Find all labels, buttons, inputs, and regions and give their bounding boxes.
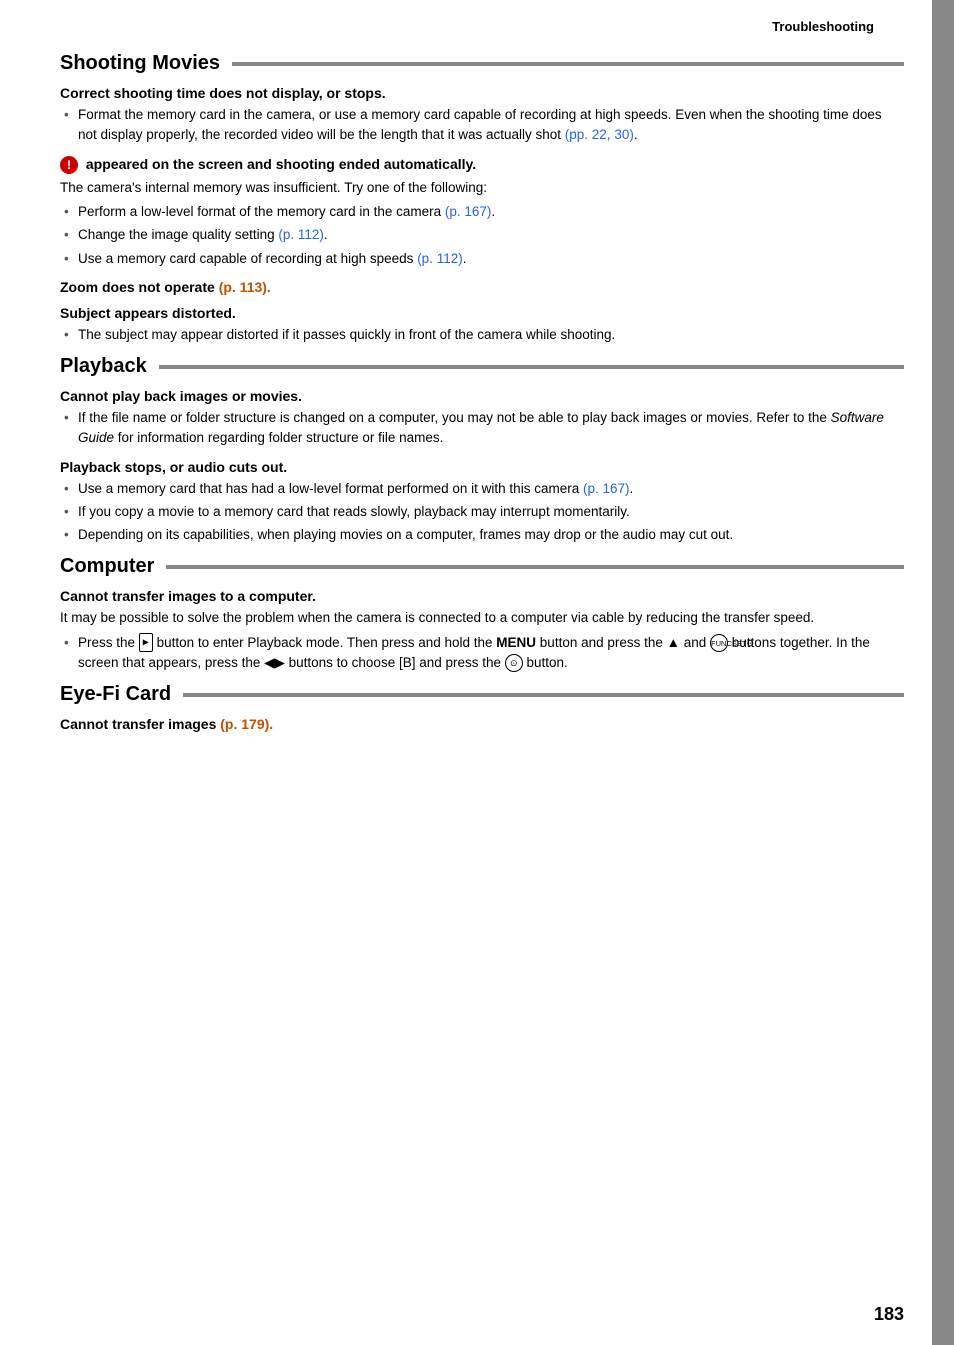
warning-icon: !	[60, 156, 78, 174]
appeared-heading-text: appeared on the screen and shooting ende…	[86, 156, 476, 172]
cannot-transfer-body: It may be possible to solve the problem …	[60, 608, 904, 628]
link-pp22[interactable]: (pp. 22,	[565, 127, 611, 142]
bullet-list-cannot-play: If the file name or folder structure is …	[60, 408, 904, 449]
bullet-item: Use a memory card capable of recording a…	[60, 249, 904, 269]
subsection-eye-fi-transfer: Cannot transfer images (p. 179).	[60, 716, 904, 732]
bullet-item: Press the ▶ button to enter Playback mod…	[60, 633, 904, 674]
section-eye-fi: Eye-Fi Card Cannot transfer images (p. 1…	[60, 683, 904, 732]
software-guide-italic: Software Guide	[78, 410, 884, 445]
section-heading-playback: Playback	[60, 355, 904, 378]
section-title-shooting-movies: Shooting Movies	[60, 52, 220, 75]
section-line-computer	[166, 565, 904, 569]
bullet-list-cannot-transfer: Press the ▶ button to enter Playback mod…	[60, 633, 904, 674]
func-set-icon-2: ⊙	[505, 654, 523, 672]
bullet-list-playback-stops: Use a memory card that has had a low-lev…	[60, 479, 904, 546]
section-line-eye-fi	[183, 693, 904, 697]
subsection-heading-cannot-play: Cannot play back images or movies.	[60, 388, 904, 404]
section-title-playback: Playback	[60, 355, 147, 378]
subsection-heading-appeared: ! appeared on the screen and shooting en…	[60, 156, 904, 174]
subsection-appeared-on-screen: ! appeared on the screen and shooting en…	[60, 156, 904, 269]
section-playback: Playback Cannot play back images or movi…	[60, 355, 904, 545]
subsection-heading-distorted: Subject appears distorted.	[60, 305, 904, 321]
section-line	[232, 62, 904, 66]
link-p179[interactable]: (p. 179).	[220, 716, 273, 732]
playback-button-icon: ▶	[139, 633, 153, 652]
bullet-item: Format the memory card in the camera, or…	[60, 105, 904, 146]
bullet-item: Use a memory card that has had a low-lev…	[60, 479, 904, 499]
zoom-heading-text: Zoom does not operate	[60, 279, 219, 295]
bullet-list-distorted: The subject may appear distorted if it p…	[60, 325, 904, 345]
subsection-heading-cannot-transfer: Cannot transfer images to a computer.	[60, 588, 904, 604]
func-set-icon-1: FUNCSET⊙	[710, 634, 728, 652]
subsection-cannot-play-back: Cannot play back images or movies. If th…	[60, 388, 904, 449]
page-wrapper: Troubleshooting Shooting Movies Correct …	[0, 0, 954, 1345]
subsection-cannot-transfer: Cannot transfer images to a computer. It…	[60, 588, 904, 673]
section-heading-computer: Computer	[60, 555, 904, 578]
bullet-item: Perform a low-level format of the memory…	[60, 202, 904, 222]
subsection-correct-shooting-time: Correct shooting time does not display, …	[60, 85, 904, 146]
bullet-item: If you copy a movie to a memory card tha…	[60, 502, 904, 522]
section-title-eye-fi: Eye-Fi Card	[60, 683, 171, 706]
subsection-heading-zoom: Zoom does not operate (p. 113).	[60, 279, 904, 295]
subsection-playback-stops: Playback stops, or audio cuts out. Use a…	[60, 459, 904, 546]
link-p112-1[interactable]: (p. 112)	[278, 227, 324, 242]
section-computer: Computer Cannot transfer images to a com…	[60, 555, 904, 673]
section-line-playback	[159, 365, 904, 369]
eye-fi-heading-text: Cannot transfer images	[60, 716, 220, 732]
section-title-computer: Computer	[60, 555, 154, 578]
appeared-body-text: The camera's internal memory was insuffi…	[60, 178, 904, 198]
bullet-item: Depending on its capabilities, when play…	[60, 525, 904, 545]
section-heading-shooting-movies: Shooting Movies	[60, 52, 904, 75]
subsection-heading-playback-stops: Playback stops, or audio cuts out.	[60, 459, 904, 475]
link-p113[interactable]: (p. 113).	[219, 279, 271, 295]
page-number: 183	[874, 1304, 904, 1325]
link-p167-1[interactable]: (p. 167)	[445, 204, 492, 219]
bullet-text: Format the memory card in the camera, or…	[78, 107, 882, 142]
subsection-heading-correct-shooting-time: Correct shooting time does not display, …	[60, 85, 904, 101]
main-content: Shooting Movies Correct shooting time do…	[0, 52, 954, 780]
bullet-item: Change the image quality setting (p. 112…	[60, 225, 904, 245]
bullet-item: The subject may appear distorted if it p…	[60, 325, 904, 345]
bullet-list-appeared: Perform a low-level format of the memory…	[60, 202, 904, 269]
subsection-zoom: Zoom does not operate (p. 113).	[60, 279, 904, 295]
section-heading-eye-fi: Eye-Fi Card	[60, 683, 904, 706]
bullet-list-correct-shooting-time: Format the memory card in the camera, or…	[60, 105, 904, 146]
link-p112-2[interactable]: (p. 112)	[417, 251, 463, 266]
subsection-heading-eye-fi: Cannot transfer images (p. 179).	[60, 716, 904, 732]
header-area: Troubleshooting	[0, 0, 954, 42]
link-p167-2[interactable]: (p. 167)	[583, 481, 630, 496]
bullet-suffix: .	[634, 127, 638, 142]
bullet-item: If the file name or folder structure is …	[60, 408, 904, 449]
header-title: Troubleshooting	[772, 19, 904, 34]
subsection-subject-distorted: Subject appears distorted. The subject m…	[60, 305, 904, 345]
menu-label: MENU	[496, 635, 536, 650]
link-pp30[interactable]: 30)	[614, 127, 634, 142]
side-tab	[932, 0, 954, 1345]
section-shooting-movies: Shooting Movies Correct shooting time do…	[60, 52, 904, 345]
